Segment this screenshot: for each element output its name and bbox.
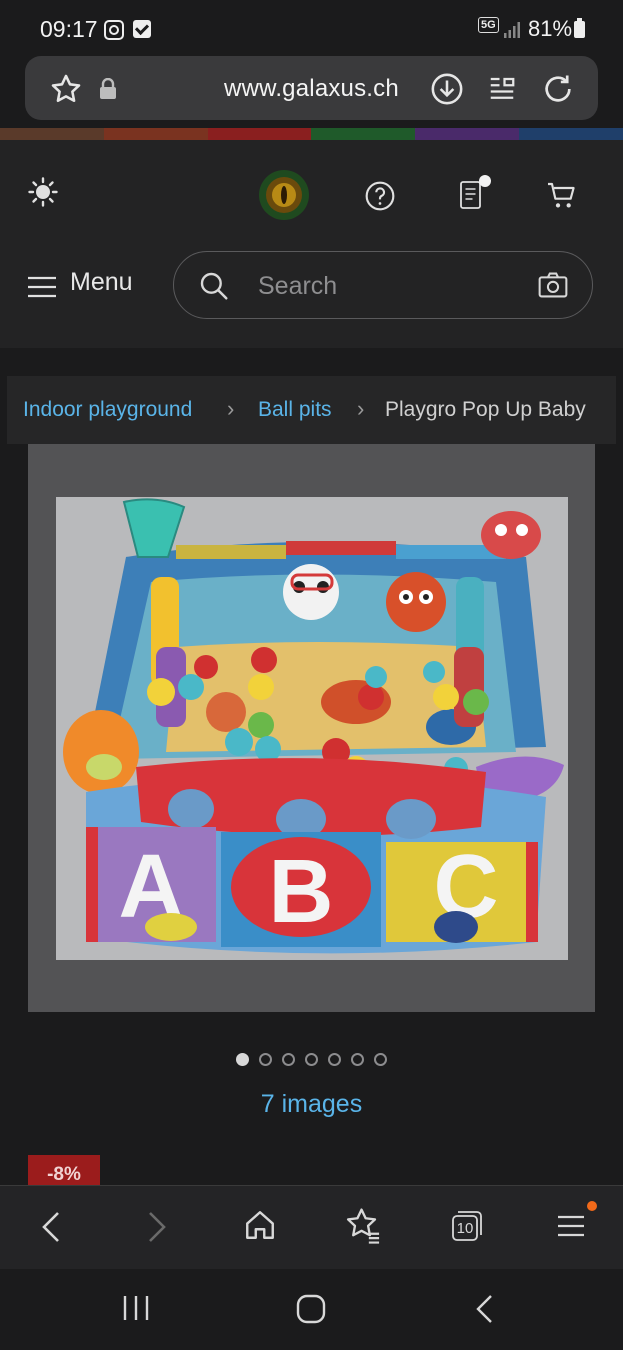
- pagination-dot[interactable]: [374, 1053, 387, 1066]
- reader-icon[interactable]: [487, 74, 517, 104]
- hamburger-icon[interactable]: [27, 275, 57, 299]
- pagination-dot[interactable]: [282, 1053, 295, 1066]
- breadcrumb-link-ball-pits[interactable]: Ball pits: [258, 398, 332, 422]
- brand-color-strip: [0, 128, 623, 140]
- network-type: 5G: [478, 17, 499, 33]
- tabs-icon[interactable]: 10: [451, 1210, 483, 1242]
- tabs-count: 10: [456, 1220, 474, 1237]
- help-icon[interactable]: [364, 180, 396, 212]
- menu-button[interactable]: Menu: [70, 268, 133, 297]
- search-icon[interactable]: [198, 270, 230, 302]
- strip-segment: [207, 128, 312, 140]
- system-navigation: [0, 1269, 623, 1350]
- bookmarks-icon[interactable]: [344, 1206, 382, 1244]
- home-circle-icon[interactable]: [295, 1293, 327, 1325]
- pagination-dot[interactable]: [259, 1053, 272, 1066]
- status-bar: 09:17 5G 81%: [0, 0, 623, 56]
- breadcrumb-current-product: Playgro Pop Up Baby: [385, 398, 586, 421]
- pagination-dot[interactable]: [236, 1053, 249, 1066]
- product-gallery[interactable]: A B C: [28, 444, 595, 1012]
- cart-icon[interactable]: [545, 180, 579, 212]
- notes-icon[interactable]: [456, 174, 496, 212]
- pagination-dot[interactable]: [305, 1053, 318, 1066]
- breadcrumb: Indoor playground › Ball pits › Playgro …: [7, 376, 616, 444]
- theme-sun-icon[interactable]: [28, 177, 58, 207]
- browser-toolbar: 10: [0, 1185, 623, 1270]
- signal-icon: [504, 22, 520, 38]
- product-image[interactable]: A B C: [56, 497, 568, 960]
- strip-segment: [311, 128, 416, 140]
- strip-segment: [519, 128, 623, 140]
- forward-icon[interactable]: [144, 1210, 170, 1244]
- strip-segment: [415, 128, 520, 140]
- battery-percent: 81%: [528, 16, 573, 41]
- address-bar[interactable]: www.galaxus.ch: [25, 56, 598, 120]
- letter-b: B: [269, 842, 334, 942]
- chevron-right-icon: ›: [357, 396, 365, 421]
- search-box[interactable]: [173, 251, 593, 319]
- checkbox-notification-icon: [133, 20, 151, 38]
- image-count-link[interactable]: 7 images: [0, 1090, 623, 1119]
- recents-icon[interactable]: [121, 1294, 151, 1322]
- site-header: Menu: [0, 140, 623, 348]
- profile-avatar[interactable]: [258, 169, 310, 221]
- ball-pit-illustration: A B C: [56, 497, 568, 960]
- pagination-dot[interactable]: [351, 1053, 364, 1066]
- chevron-right-icon: ›: [227, 396, 235, 421]
- camera-icon[interactable]: [537, 271, 569, 299]
- back-icon[interactable]: [38, 1210, 64, 1244]
- download-icon[interactable]: [430, 72, 464, 106]
- search-input[interactable]: [256, 270, 530, 302]
- system-back-icon[interactable]: [474, 1293, 496, 1325]
- menu-notification-dot: [587, 1201, 597, 1211]
- home-icon[interactable]: [243, 1208, 277, 1242]
- discount-badge: -8%: [28, 1155, 100, 1185]
- reload-icon[interactable]: [541, 72, 575, 106]
- gallery-pagination: [0, 1053, 623, 1073]
- battery-icon: [574, 18, 585, 38]
- pagination-dot[interactable]: [328, 1053, 341, 1066]
- strip-segment: [0, 128, 104, 140]
- clock: 09:17: [40, 16, 98, 42]
- menu-icon[interactable]: [556, 1211, 586, 1241]
- instagram-icon: [104, 20, 124, 40]
- breadcrumb-link-indoor-playground[interactable]: Indoor playground: [23, 398, 192, 422]
- strip-segment: [103, 128, 208, 140]
